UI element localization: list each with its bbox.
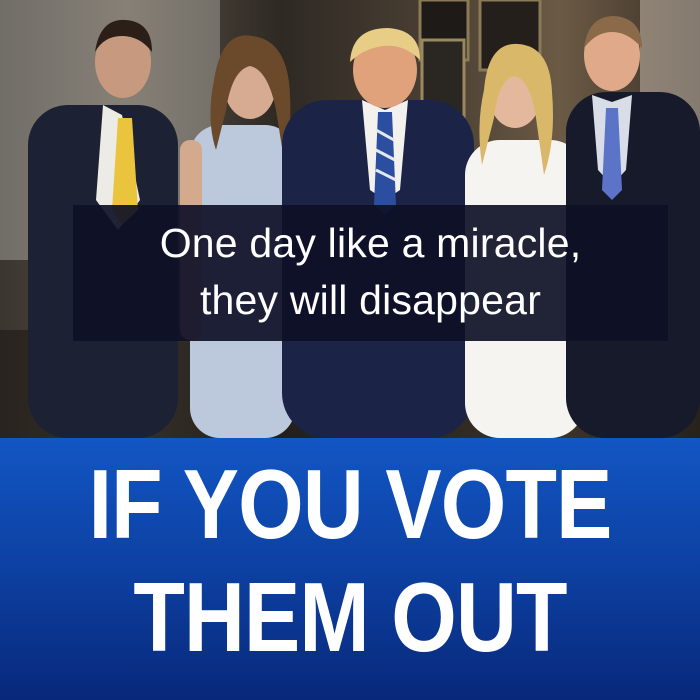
headline-banner: IF YOU VOTE THEM OUT [0, 438, 700, 700]
group-photo: One day like a miracle, they will disapp… [0, 0, 700, 438]
caption-line-2: they will disappear [199, 277, 542, 323]
meme-image: One day like a miracle, they will disapp… [0, 0, 700, 700]
caption-box: One day like a miracle, they will disapp… [73, 205, 668, 341]
headline-line-1: IF YOU VOTE [88, 449, 613, 559]
headline-line-2: THEM OUT [133, 562, 567, 672]
caption-line-1: One day like a miracle, [159, 220, 582, 266]
